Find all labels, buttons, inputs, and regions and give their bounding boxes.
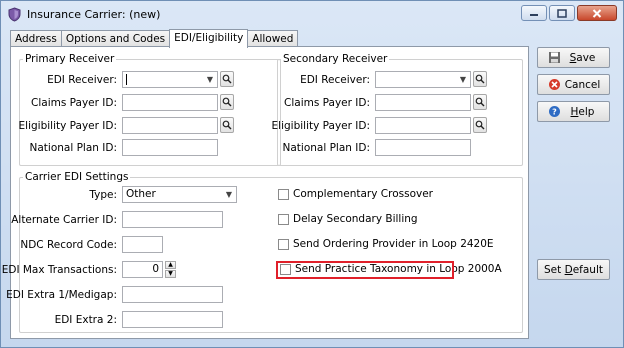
primary-national-plan-id-input[interactable] — [122, 139, 218, 156]
secondary-claims-payer-lookup-button[interactable] — [473, 94, 487, 110]
magnifier-icon — [475, 74, 485, 84]
title-bar[interactable]: Insurance Carrier: (new) — [1, 1, 623, 28]
chevron-down-icon: ▼ — [206, 75, 214, 84]
close-button[interactable] — [577, 5, 617, 21]
checkbox-box[interactable] — [278, 213, 289, 225]
minimize-button[interactable] — [521, 5, 547, 21]
delay-secondary-billing-checkbox[interactable]: Delay Secondary Billing — [278, 213, 418, 225]
secondary-claims-payer-id-label: Claims Payer ID: — [284, 97, 370, 109]
edi-extra-1-medigap-input[interactable] — [122, 286, 223, 303]
floppy-disk-icon — [548, 52, 560, 63]
magnifier-icon — [222, 74, 232, 84]
window-title: Insurance Carrier: (new) — [27, 8, 161, 21]
secondary-claims-payer-id-input[interactable] — [375, 94, 471, 111]
magnifier-icon — [222, 120, 232, 130]
magnifier-icon — [222, 97, 232, 107]
close-icon — [592, 8, 602, 18]
secondary-edi-receiver-combo[interactable]: ▼ — [375, 71, 471, 88]
primary-edi-receiver-label: EDI Receiver: — [47, 74, 117, 86]
cancel-icon — [548, 79, 560, 90]
checkbox-box[interactable] — [278, 188, 289, 200]
primary-claims-payer-lookup-button[interactable] — [220, 94, 234, 110]
spin-down-icon[interactable]: ▼ — [165, 270, 176, 278]
secondary-eligibility-payer-id-input[interactable] — [375, 117, 471, 134]
primary-eligibility-payer-lookup-button[interactable] — [220, 117, 234, 133]
tab-address[interactable]: Address — [10, 30, 62, 47]
primary-eligibility-payer-id-label: Eligibility Payer ID: — [18, 120, 117, 132]
help-icon: ? — [548, 106, 560, 117]
spin-up-icon[interactable]: ▲ — [165, 261, 176, 269]
save-button[interactable]: Save — [537, 47, 610, 68]
primary-eligibility-payer-id-input[interactable] — [122, 117, 218, 134]
primary-edi-receiver-lookup-button[interactable] — [220, 71, 234, 87]
chevron-down-icon: ▼ — [225, 190, 233, 199]
magnifier-icon — [475, 120, 485, 130]
type-select[interactable]: Other ▼ — [122, 186, 237, 203]
help-button[interactable]: ? Help — [537, 101, 610, 122]
highlight-box — [276, 261, 454, 279]
maximize-button[interactable] — [549, 5, 575, 21]
send-ordering-provider-checkbox[interactable]: Send Ordering Provider in Loop 2420E — [278, 238, 494, 250]
secondary-edi-receiver-label: EDI Receiver: — [300, 74, 370, 86]
edi-extra-2-label: EDI Extra 2: — [54, 314, 117, 326]
secondary-eligibility-payer-lookup-button[interactable] — [473, 117, 487, 133]
window-controls — [521, 5, 617, 21]
alternate-carrier-id-input[interactable] — [122, 211, 223, 228]
secondary-eligibility-payer-id-label: Eligibility Payer ID: — [271, 120, 370, 132]
secondary-national-plan-id-input[interactable] — [375, 139, 471, 156]
edi-eligibility-panel: Primary Receiver EDI Receiver: ▼ Claims … — [2, 46, 529, 339]
insurance-carrier-window: Insurance Carrier: (new) Address Options… — [0, 0, 624, 348]
ndc-record-code-label: NDC Record Code: — [20, 239, 117, 251]
edi-extra-2-input[interactable] — [122, 311, 223, 328]
ndc-record-code-input[interactable] — [122, 236, 163, 253]
primary-claims-payer-id-input[interactable] — [122, 94, 218, 111]
secondary-receiver-legend: Secondary Receiver — [283, 53, 388, 65]
secondary-edi-receiver-lookup-button[interactable] — [473, 71, 487, 87]
secondary-national-plan-id-label: National Plan ID: — [282, 142, 371, 154]
alternate-carrier-id-label: Alternate Carrier ID: — [11, 214, 117, 226]
edi-extra-1-medigap-label: EDI Extra 1/Medigap: — [6, 289, 117, 301]
carrier-edi-settings-legend: Carrier EDI Settings — [25, 171, 129, 183]
primary-receiver-legend: Primary Receiver — [25, 53, 115, 65]
maximize-icon — [557, 8, 567, 18]
checkbox-box[interactable] — [278, 238, 289, 250]
chevron-down-icon: ▼ — [459, 75, 467, 84]
edi-max-transactions-label: EDI Max Transactions: — [1, 264, 117, 276]
primary-edi-receiver-combo[interactable]: ▼ — [122, 71, 218, 88]
cancel-button[interactable]: Cancel — [537, 74, 610, 95]
tab-options-and-codes[interactable]: Options and Codes — [60, 30, 171, 47]
set-default-button[interactable]: Set Default — [537, 259, 610, 280]
svg-text:?: ? — [552, 108, 557, 117]
type-label: Type: — [89, 189, 117, 201]
primary-national-plan-id-label: National Plan ID: — [29, 142, 118, 154]
text-cursor — [126, 73, 127, 85]
magnifier-icon — [475, 97, 485, 107]
tab-edi-eligibility[interactable]: EDI/Eligibility — [169, 29, 249, 48]
tab-allowed[interactable]: Allowed — [247, 30, 299, 47]
primary-claims-payer-id-label: Claims Payer ID: — [31, 97, 117, 109]
edi-max-transactions-spinner: ▲ ▼ — [165, 261, 176, 278]
edi-max-transactions-input[interactable]: 0 — [122, 261, 163, 278]
tab-strip: Address Options and Codes EDI/Eligibilit… — [10, 29, 299, 48]
complementary-crossover-checkbox[interactable]: Complementary Crossover — [278, 188, 433, 200]
minimize-icon — [530, 14, 538, 16]
app-shield-icon — [8, 7, 21, 22]
